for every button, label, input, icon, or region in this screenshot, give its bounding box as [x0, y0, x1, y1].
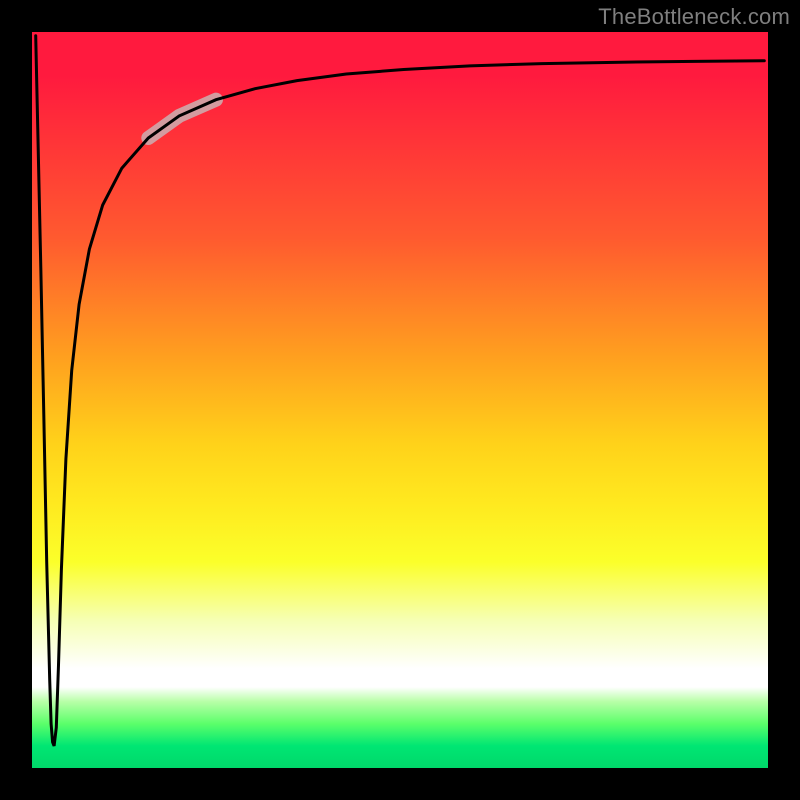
chart-frame: TheBottleneck.com [0, 0, 800, 800]
plot-area [32, 32, 768, 768]
watermark-text: TheBottleneck.com [598, 4, 790, 30]
highlight-segment [148, 100, 216, 138]
main-curve [36, 36, 765, 746]
curve-svg [32, 32, 768, 768]
